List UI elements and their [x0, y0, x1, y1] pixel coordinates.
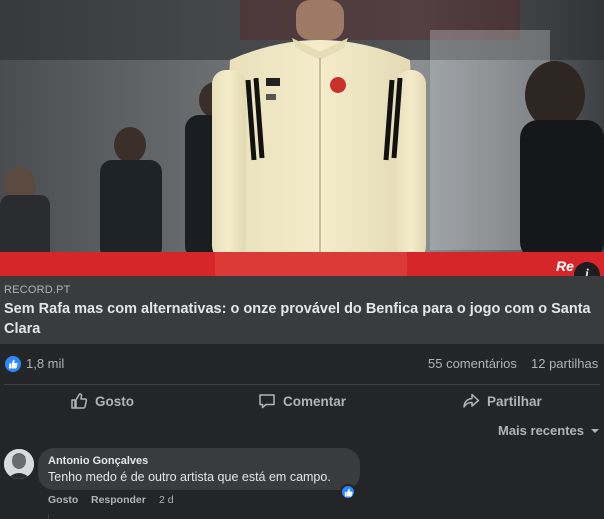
facebook-post: Re i RECORD.PT Sem Rafa mas com alternat…: [0, 0, 604, 519]
shares-count[interactable]: 12 partilhas: [531, 356, 598, 371]
comment-timestamp[interactable]: 2 d: [159, 494, 174, 506]
like-button-label: Gosto: [95, 393, 134, 409]
comment-button[interactable]: Comentar: [258, 388, 346, 414]
comment-author[interactable]: Antonio Gonçalves: [48, 455, 148, 467]
divider: [4, 384, 600, 385]
sort-label: Mais recentes: [498, 423, 584, 438]
chevron-down-icon: [591, 428, 599, 433]
link-domain: RECORD.PT: [4, 284, 71, 296]
post-image[interactable]: Re: [0, 0, 604, 276]
share-icon: [463, 393, 480, 408]
watermark-text: Re: [556, 258, 574, 274]
reaction-count[interactable]: 1,8 mil: [26, 356, 64, 371]
like-reaction-icon[interactable]: [5, 356, 21, 372]
comment-icon: [259, 394, 275, 409]
comment-like-link[interactable]: Gosto: [48, 494, 78, 506]
comment-sort-dropdown[interactable]: Mais recentes: [498, 423, 600, 438]
share-button-label: Partilhar: [487, 393, 542, 409]
like-button[interactable]: Gosto: [70, 388, 134, 414]
comment-text: Tenho medo é de outro artista que está e…: [48, 470, 331, 484]
reply-thread-line: [48, 514, 70, 519]
thumbs-up-icon: [71, 393, 88, 409]
comment-like-reaction-icon[interactable]: [340, 484, 356, 500]
comment-button-label: Comentar: [283, 393, 347, 409]
comment-reply-link[interactable]: Responder: [91, 494, 146, 506]
link-headline[interactable]: Sem Rafa mas com alternativas: o onze pr…: [4, 299, 600, 339]
coach-photo: Re: [0, 0, 604, 276]
reactions-bar: 1,8 mil 55 comentários 12 partilhas: [0, 344, 604, 384]
share-button[interactable]: Partilhar: [462, 388, 542, 414]
avatar[interactable]: [4, 449, 34, 479]
comments-count[interactable]: 55 comentários: [428, 356, 517, 371]
